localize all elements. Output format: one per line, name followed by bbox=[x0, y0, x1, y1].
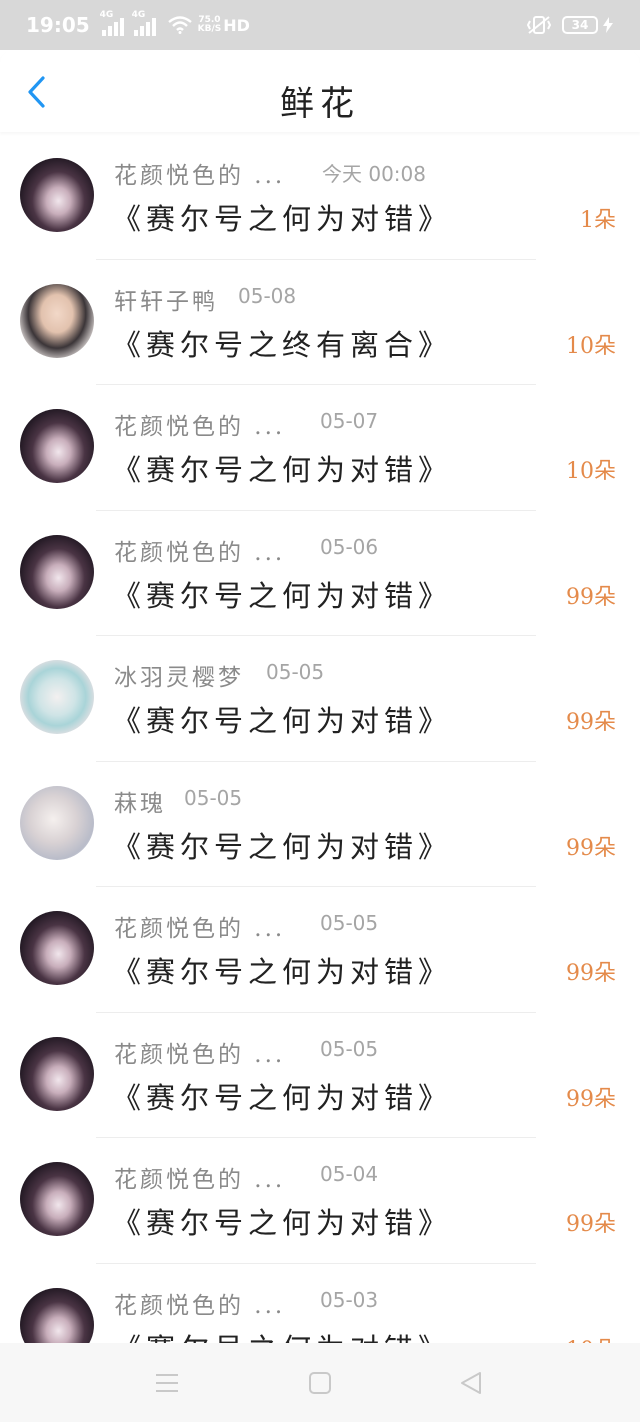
user-name: 菻瑰 bbox=[114, 790, 166, 817]
hd-indicator: HD bbox=[223, 15, 250, 35]
flower-list: 花颜悦色的 ... 今天 00:08 《赛尔号之何为对错》 1朵轩轩子鸭 05-08 《赛… bbox=[0, 134, 640, 1389]
app-screen: 19:05 4G 4G 75.0 KB/S HD 34 鲜花 花颜悦色的 ...… bbox=[0, 0, 640, 1422]
item-date: 05-07 bbox=[320, 409, 379, 433]
status-right: 34 bbox=[526, 15, 614, 35]
avatar[interactable] bbox=[20, 158, 94, 232]
user-name: 花颜悦色的 ... bbox=[114, 1167, 286, 1193]
menu-icon bbox=[156, 1374, 178, 1392]
battery-icon: 34 bbox=[562, 16, 598, 34]
story-title: 《赛尔号之何为对错》 bbox=[112, 955, 453, 989]
user-name: 花颜悦色的 ... bbox=[114, 539, 286, 566]
cellular-signal-icon: 4G bbox=[100, 10, 124, 36]
user-name: 花颜悦色的 ... bbox=[114, 916, 286, 942]
flower-count: 99朵 bbox=[566, 584, 616, 610]
page-title: 鲜花 bbox=[280, 84, 360, 124]
item-date: 05-03 bbox=[320, 1287, 379, 1312]
story-title: 《赛尔号之何为对错》 bbox=[112, 829, 453, 864]
menu-button[interactable] bbox=[152, 1369, 182, 1397]
item-date: 05-05 bbox=[266, 660, 325, 684]
flower-count: 99朵 bbox=[566, 961, 616, 986]
story-title: 《赛尔号之何为对错》 bbox=[112, 1206, 453, 1240]
user-name: 花颜悦色的 ... bbox=[114, 1041, 286, 1068]
avatar[interactable] bbox=[20, 534, 94, 609]
list-item[interactable]: 花颜悦色的 ... 05-04 《赛尔号之何为对错》 99朵 bbox=[0, 1138, 640, 1264]
system-nav-bar bbox=[0, 1343, 640, 1422]
flower-count: 99朵 bbox=[566, 1086, 616, 1112]
item-date: 05-04 bbox=[320, 1162, 379, 1186]
user-name: 花颜悦色的 ... bbox=[114, 1292, 286, 1319]
network-speed: 75.0 KB/S bbox=[198, 16, 222, 34]
flower-count: 99朵 bbox=[566, 710, 616, 735]
back-triangle-icon bbox=[461, 1372, 481, 1394]
avatar[interactable] bbox=[20, 1036, 94, 1111]
back-nav-button[interactable] bbox=[456, 1369, 486, 1397]
cellular-signal-icon: 4G bbox=[132, 10, 156, 36]
user-name: 花颜悦色的 ... bbox=[114, 414, 286, 440]
item-date: 05-06 bbox=[320, 534, 379, 559]
avatar[interactable] bbox=[20, 785, 94, 860]
flower-count: 99朵 bbox=[566, 835, 616, 861]
flower-count: 1朵 bbox=[580, 208, 616, 233]
signal-label: 4G bbox=[131, 10, 146, 20]
item-date: 05-05 bbox=[184, 785, 243, 810]
flower-count: 10朵 bbox=[566, 333, 616, 359]
list-item[interactable]: 花颜悦色的 ... 今天 00:08 《赛尔号之何为对错》 1朵 bbox=[0, 134, 640, 260]
user-name: 花颜悦色的 ... bbox=[114, 163, 286, 189]
vibrate-icon bbox=[526, 16, 552, 34]
home-square-icon bbox=[309, 1372, 331, 1394]
signal-label: 4G bbox=[99, 10, 114, 20]
speed-unit: KB/S bbox=[197, 24, 222, 34]
story-title: 《赛尔号之何为对错》 bbox=[112, 453, 453, 487]
user-name: 冰羽灵樱梦 bbox=[114, 665, 244, 691]
item-date: 05-08 bbox=[238, 283, 297, 308]
avatar[interactable] bbox=[20, 660, 94, 734]
story-title: 《赛尔号之何为对错》 bbox=[112, 1080, 453, 1115]
item-date: 05-05 bbox=[320, 1036, 379, 1061]
story-title: 《赛尔号之终有离合》 bbox=[112, 327, 453, 362]
avatar[interactable] bbox=[20, 911, 94, 985]
home-button[interactable] bbox=[305, 1369, 335, 1397]
story-title: 《赛尔号之何为对错》 bbox=[112, 704, 453, 738]
header: 鲜花 bbox=[0, 50, 640, 132]
flower-count: 10朵 bbox=[566, 459, 616, 484]
item-date: 今天 00:08 bbox=[322, 162, 426, 186]
list-item[interactable]: 花颜悦色的 ... 05-06 《赛尔号之何为对错》 99朵 bbox=[0, 511, 640, 637]
flower-count: 99朵 bbox=[566, 1212, 616, 1237]
list-item[interactable]: 轩轩子鸭 05-08 《赛尔号之终有离合》 10朵 bbox=[0, 260, 640, 386]
status-bar: 19:05 4G 4G 75.0 KB/S HD 34 bbox=[0, 0, 640, 50]
avatar[interactable] bbox=[20, 1162, 94, 1236]
list-item[interactable]: 菻瑰 05-05 《赛尔号之何为对错》 99朵 bbox=[0, 762, 640, 888]
user-name: 轩轩子鸭 bbox=[114, 288, 218, 315]
charging-bolt-icon bbox=[603, 17, 613, 33]
avatar[interactable] bbox=[20, 283, 94, 358]
wifi-icon bbox=[167, 16, 192, 34]
list-item[interactable]: 冰羽灵樱梦 05-05 《赛尔号之何为对错》 99朵 bbox=[0, 636, 640, 762]
story-title: 《赛尔号之何为对错》 bbox=[112, 578, 453, 613]
status-time: 19:05 bbox=[26, 13, 90, 37]
avatar[interactable] bbox=[20, 409, 94, 483]
list-item[interactable]: 花颜悦色的 ... 05-07 《赛尔号之何为对错》 10朵 bbox=[0, 385, 640, 511]
story-title: 《赛尔号之何为对错》 bbox=[112, 202, 453, 236]
item-date: 05-05 bbox=[320, 911, 379, 935]
list-item[interactable]: 花颜悦色的 ... 05-05 《赛尔号之何为对错》 99朵 bbox=[0, 887, 640, 1013]
list-item[interactable]: 花颜悦色的 ... 05-05 《赛尔号之何为对错》 99朵 bbox=[0, 1013, 640, 1139]
